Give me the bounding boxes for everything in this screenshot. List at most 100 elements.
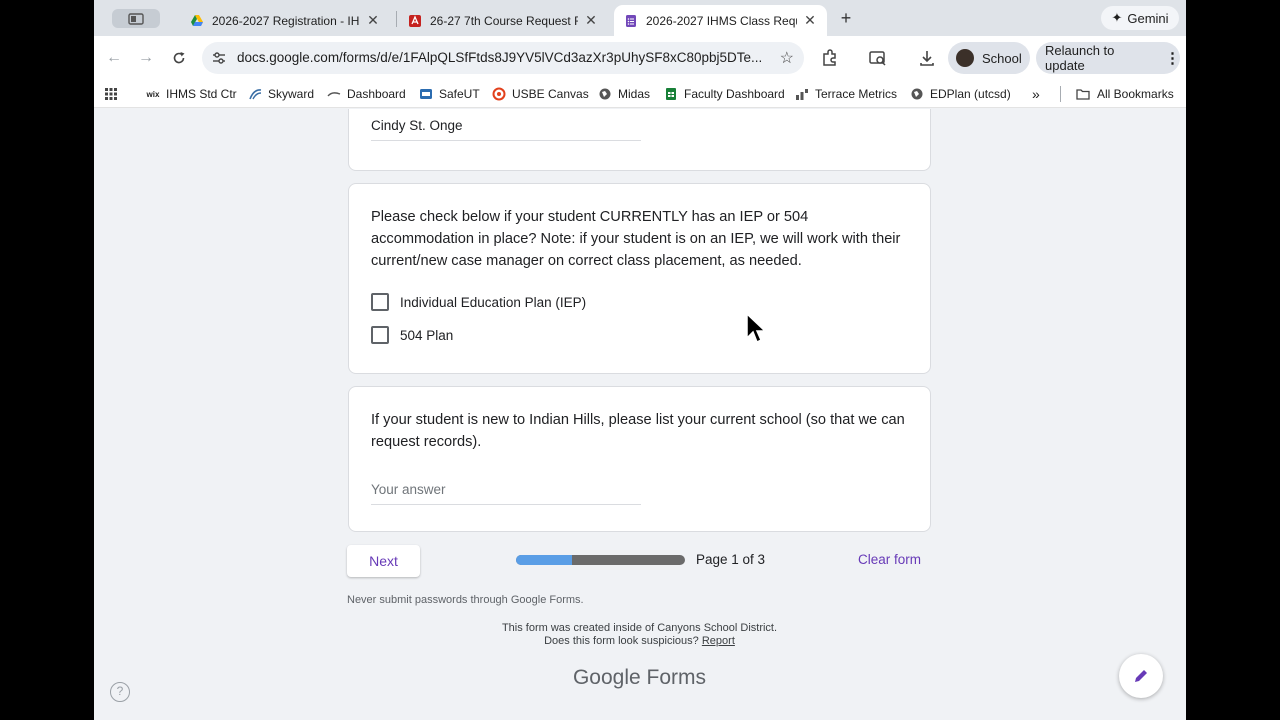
- edit-button[interactable]: [1119, 654, 1163, 698]
- forward-button[interactable]: →: [135, 47, 157, 69]
- bookmark-edplan[interactable]: EDPlan (utcsd): [910, 85, 1011, 103]
- wix-icon: wix: [146, 89, 160, 99]
- gemini-button[interactable]: ✦ Gemini: [1101, 6, 1179, 30]
- option-label: 504 Plan: [400, 327, 454, 343]
- cast-search-icon[interactable]: [868, 48, 888, 68]
- tab-search-button[interactable]: [112, 9, 160, 28]
- previous-answer-field[interactable]: Cindy St. Onge: [371, 118, 641, 141]
- mouse-cursor-icon: [746, 313, 766, 344]
- extensions-icon[interactable]: [820, 48, 840, 68]
- chevron-double-right-icon: »: [1032, 86, 1040, 102]
- google-forms-icon: [626, 14, 636, 27]
- tab-class-request[interactable]: 2026-2027 IHMS Class Request ✕: [614, 5, 827, 36]
- bookmark-dashboard[interactable]: Dashboard: [327, 85, 406, 103]
- canvas-icon: [492, 87, 506, 101]
- tab-registration[interactable]: 2026-2027 Registration - IHMS ✕: [180, 5, 390, 36]
- tab-title: 2026-2027 Registration - IHMS: [212, 13, 360, 28]
- skyward-icon: [249, 89, 262, 100]
- bookmark-terrace-metrics[interactable]: Terrace Metrics: [795, 85, 897, 103]
- bookmark-label: USBE Canvas: [512, 87, 589, 101]
- globe-icon: [911, 88, 923, 100]
- bookmark-star-icon[interactable]: ☆: [780, 48, 794, 68]
- tab-title: 2026-2027 IHMS Class Request: [646, 13, 797, 28]
- arrow-left-icon: ←: [106, 49, 122, 66]
- help-icon[interactable]: ?: [110, 682, 130, 702]
- checkbox-option-iep[interactable]: Individual Education Plan (IEP): [371, 293, 586, 311]
- gemini-label: Gemini: [1127, 10, 1169, 26]
- back-button[interactable]: ←: [103, 47, 125, 69]
- close-icon[interactable]: ✕: [366, 12, 380, 29]
- bookmark-usbe-canvas[interactable]: USBE Canvas: [492, 85, 589, 103]
- checkbox-iep[interactable]: [371, 293, 389, 311]
- google-drive-icon: [191, 14, 203, 26]
- accommodation-question-card: Please check below if your student CURRE…: [348, 183, 931, 374]
- bookmark-faculty-dashboard[interactable]: Faculty Dashboard: [664, 85, 785, 103]
- avatar: [956, 49, 974, 67]
- download-icon[interactable]: [917, 48, 937, 68]
- reload-icon: [173, 52, 185, 64]
- relaunch-button[interactable]: Relaunch to update ⋮: [1036, 42, 1180, 74]
- bookmark-label: Faculty Dashboard: [684, 87, 785, 101]
- browser-window: 2026-2027 Registration - IHMS ✕ 26-27 7t…: [94, 0, 1186, 720]
- pdf-icon: [409, 14, 421, 27]
- plus-icon: +: [840, 8, 852, 28]
- current-school-question-card: If your student is new to Indian Hills, …: [348, 386, 931, 532]
- progress-fill: [516, 555, 572, 565]
- bookmark-label: Skyward: [268, 87, 315, 101]
- bookmark-skyward[interactable]: Skyward: [248, 85, 314, 103]
- bookmark-label: SafeUT: [439, 87, 480, 101]
- bookmark-label: IHMS Std Ctr: [166, 87, 237, 101]
- form-page: Cindy St. Onge Please check below if you…: [94, 109, 1186, 720]
- bookmark-label: Terrace Metrics: [815, 87, 898, 101]
- next-button[interactable]: Next: [347, 545, 420, 577]
- arrow-right-icon: →: [138, 49, 154, 66]
- tab-course-request[interactable]: 26-27 7th Course Request Form ✕: [398, 5, 608, 36]
- safeut-icon: [420, 89, 432, 99]
- globe-icon: [599, 88, 611, 100]
- password-warning: Never submit passwords through Google Fo…: [347, 594, 584, 606]
- browser-toolbar: ← → docs.google.com/forms/d/e/1FAlpQLSfF…: [94, 36, 1186, 80]
- gemini-sparkle-icon: ✦: [1111, 10, 1123, 25]
- reload-button[interactable]: [168, 47, 190, 69]
- bookmark-ihms-std-ctr[interactable]: wix IHMS Std Ctr: [146, 85, 237, 103]
- brand-forms: Forms: [646, 666, 707, 689]
- tab-strip: 2026-2027 Registration - IHMS ✕ 26-27 7t…: [94, 0, 1186, 36]
- clear-form-button[interactable]: Clear form: [858, 552, 921, 567]
- dashboard-icon: [327, 92, 341, 97]
- bookmarks-separator: [1060, 86, 1061, 102]
- checkbox-504[interactable]: [371, 326, 389, 344]
- bookmark-label: Midas: [618, 87, 651, 101]
- site-info-icon: [213, 52, 225, 64]
- sheets-icon: [666, 88, 676, 100]
- tab-separator: [396, 11, 397, 27]
- metrics-icon: [796, 89, 808, 100]
- all-bookmarks-button[interactable]: All Bookmarks: [1075, 85, 1174, 103]
- suspicious-text: Does this form look suspicious?: [544, 635, 699, 647]
- close-icon[interactable]: ✕: [584, 12, 598, 29]
- close-icon[interactable]: ✕: [803, 12, 817, 29]
- all-bookmarks-label: All Bookmarks: [1097, 87, 1174, 101]
- google-forms-logo: Google Forms: [348, 666, 931, 690]
- pencil-icon: [1135, 670, 1147, 682]
- address-bar[interactable]: docs.google.com/forms/d/e/1FAlpQLSfFtds8…: [202, 42, 804, 74]
- report-link[interactable]: Report: [702, 635, 735, 647]
- more-vert-icon: ⋮: [1165, 50, 1180, 67]
- brand-google: Google: [572, 666, 641, 689]
- bookmark-label: Dashboard: [347, 87, 406, 101]
- profile-button[interactable]: School: [948, 42, 1030, 74]
- progress-bar: [516, 555, 685, 565]
- bookmark-label: EDPlan (utcsd): [930, 87, 1011, 101]
- more-bookmarks-button[interactable]: »: [1032, 85, 1040, 103]
- option-label: Individual Education Plan (IEP): [400, 294, 587, 310]
- url-text: docs.google.com/forms/d/e/1FAlpQLSfFtds8…: [237, 50, 763, 65]
- apps-button[interactable]: [104, 85, 118, 103]
- current-school-input[interactable]: Your answer: [371, 482, 641, 505]
- bookmark-safeut[interactable]: SafeUT: [419, 85, 480, 103]
- new-tab-button[interactable]: +: [836, 8, 856, 28]
- bookmark-midas[interactable]: Midas: [598, 85, 650, 103]
- previous-question-card: Cindy St. Onge: [348, 109, 931, 171]
- tab-list-icon: [128, 12, 144, 25]
- tab-title: 26-27 7th Course Request Form: [430, 13, 578, 28]
- page-indicator: Page 1 of 3: [696, 552, 766, 567]
- checkbox-option-504[interactable]: 504 Plan: [371, 326, 453, 344]
